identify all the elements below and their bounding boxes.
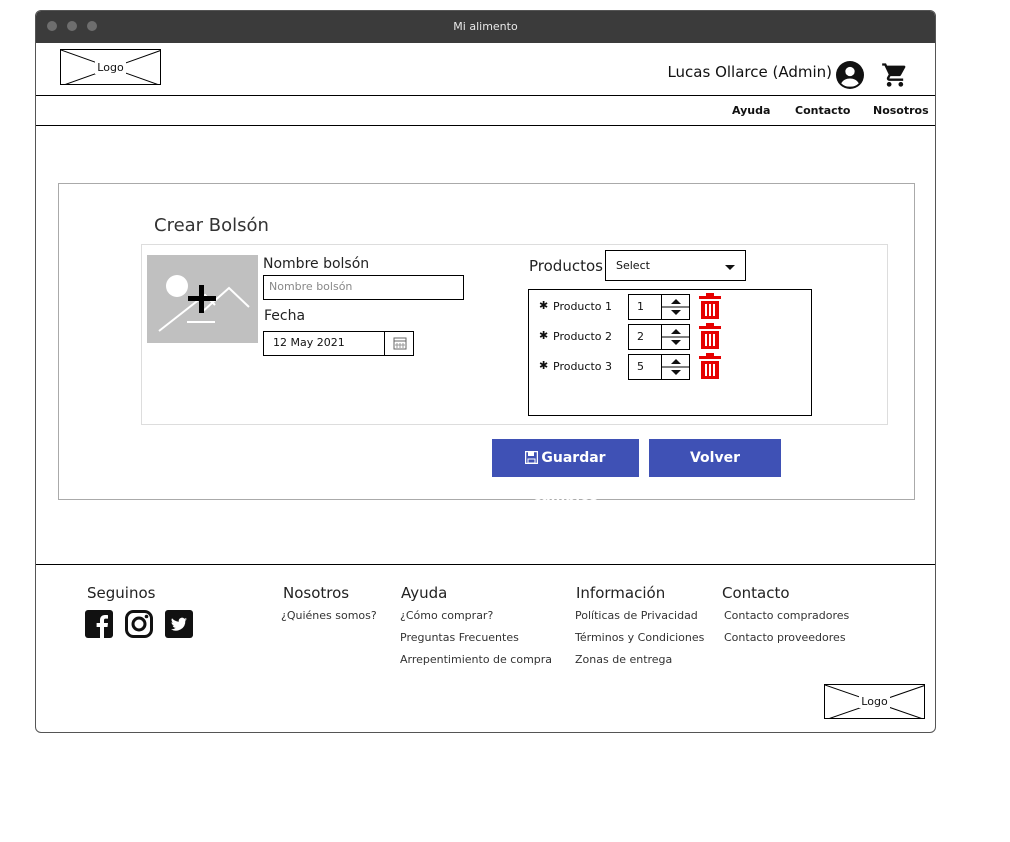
delete-icon[interactable]	[699, 353, 721, 379]
nav-item-nosotros[interactable]: Nosotros	[873, 104, 929, 117]
footer-logo[interactable]: Logo	[824, 684, 925, 719]
add-image-icon[interactable]	[147, 255, 258, 343]
back-button[interactable]: Volver	[649, 439, 781, 477]
chevron-down-icon	[725, 265, 735, 270]
footer-seguinos-title: Seguinos	[87, 584, 156, 602]
products-select[interactable]: Select	[605, 250, 746, 281]
list-item: ✱ Producto 2 2	[539, 323, 799, 353]
save-button[interactable]: Guardar cambios	[492, 439, 639, 504]
window-titlebar: Mi alimento	[36, 11, 935, 43]
logo-text: Logo	[95, 60, 126, 74]
products-label: Productos	[529, 257, 603, 275]
footer-link[interactable]: Contacto compradores	[724, 609, 849, 622]
product-name: Producto 2	[553, 330, 612, 343]
calendar-icon[interactable]	[384, 331, 414, 356]
floppy-disk-icon	[525, 450, 539, 465]
user-name[interactable]: Lucas Ollarce (Admin)	[667, 63, 832, 81]
nav-item-contacto[interactable]: Contacto	[795, 104, 850, 117]
name-label: Nombre bolsón	[263, 256, 370, 272]
page-title: Crear Bolsón	[154, 215, 269, 236]
asterisk-icon: ✱	[539, 329, 549, 342]
window-title: Mi alimento	[453, 20, 518, 33]
product-name: Producto 3	[553, 360, 612, 373]
nav-item-ayuda[interactable]: Ayuda	[732, 104, 770, 117]
quantity-stepper[interactable]: 2	[628, 324, 690, 350]
twitter-icon[interactable]	[165, 610, 193, 638]
footer-ayuda-title: Ayuda	[401, 584, 448, 602]
products-select-value: Select	[616, 259, 650, 272]
quantity-value: 2	[637, 330, 644, 343]
product-name: Producto 1	[553, 300, 612, 313]
footer-link[interactable]: ¿Cómo comprar?	[400, 609, 493, 622]
delete-icon[interactable]	[699, 323, 721, 349]
instagram-icon[interactable]	[125, 610, 153, 638]
date-value: 12 May 2021	[273, 336, 345, 349]
footer-divider	[36, 564, 935, 565]
decrement-icon	[671, 340, 681, 345]
list-item: ✱ Producto 1 1	[539, 293, 799, 323]
footer-link[interactable]: Arrepentimiento de compra	[400, 653, 552, 666]
footer-link[interactable]: Contacto proveedores	[724, 631, 846, 644]
footer-link[interactable]: Términos y Condiciones	[575, 631, 704, 644]
account-circle-icon[interactable]	[836, 61, 864, 89]
name-input[interactable]: Nombre bolsón	[263, 275, 464, 300]
quantity-stepper[interactable]: 5	[628, 354, 690, 380]
date-label: Fecha	[264, 308, 306, 324]
header-logo[interactable]: Logo	[60, 49, 161, 85]
footer-informacion-title: Información	[576, 584, 666, 602]
quantity-value: 1	[637, 300, 644, 313]
decrement-icon	[671, 370, 681, 375]
list-item: ✱ Producto 3 5	[539, 353, 799, 383]
quantity-value: 5	[637, 360, 644, 373]
asterisk-icon: ✱	[539, 299, 549, 312]
increment-icon	[671, 329, 681, 334]
quantity-stepper[interactable]: 1	[628, 294, 690, 320]
logo-text: Logo	[859, 695, 890, 708]
footer-contacto-title: Contacto	[722, 584, 790, 602]
delete-icon[interactable]	[699, 293, 721, 319]
footer-link[interactable]: Preguntas Frecuentes	[400, 631, 519, 644]
increment-icon	[671, 299, 681, 304]
footer-nosotros-title: Nosotros	[283, 584, 350, 602]
top-nav: Ayuda Contacto Nosotros	[36, 95, 935, 126]
asterisk-icon: ✱	[539, 359, 549, 372]
shopping-cart-icon[interactable]	[881, 61, 909, 89]
footer-link[interactable]: ¿Quiénes somos?	[281, 609, 377, 622]
footer-link[interactable]: Políticas de Privacidad	[575, 609, 698, 622]
save-button-label: Guardar cambios	[532, 450, 606, 504]
browser-window: Mi alimento Logo Lucas Ollarce (Admin) A…	[35, 10, 936, 733]
footer-link[interactable]: Zonas de entrega	[575, 653, 672, 666]
increment-icon	[671, 359, 681, 364]
decrement-icon	[671, 310, 681, 315]
facebook-icon[interactable]	[85, 610, 113, 638]
